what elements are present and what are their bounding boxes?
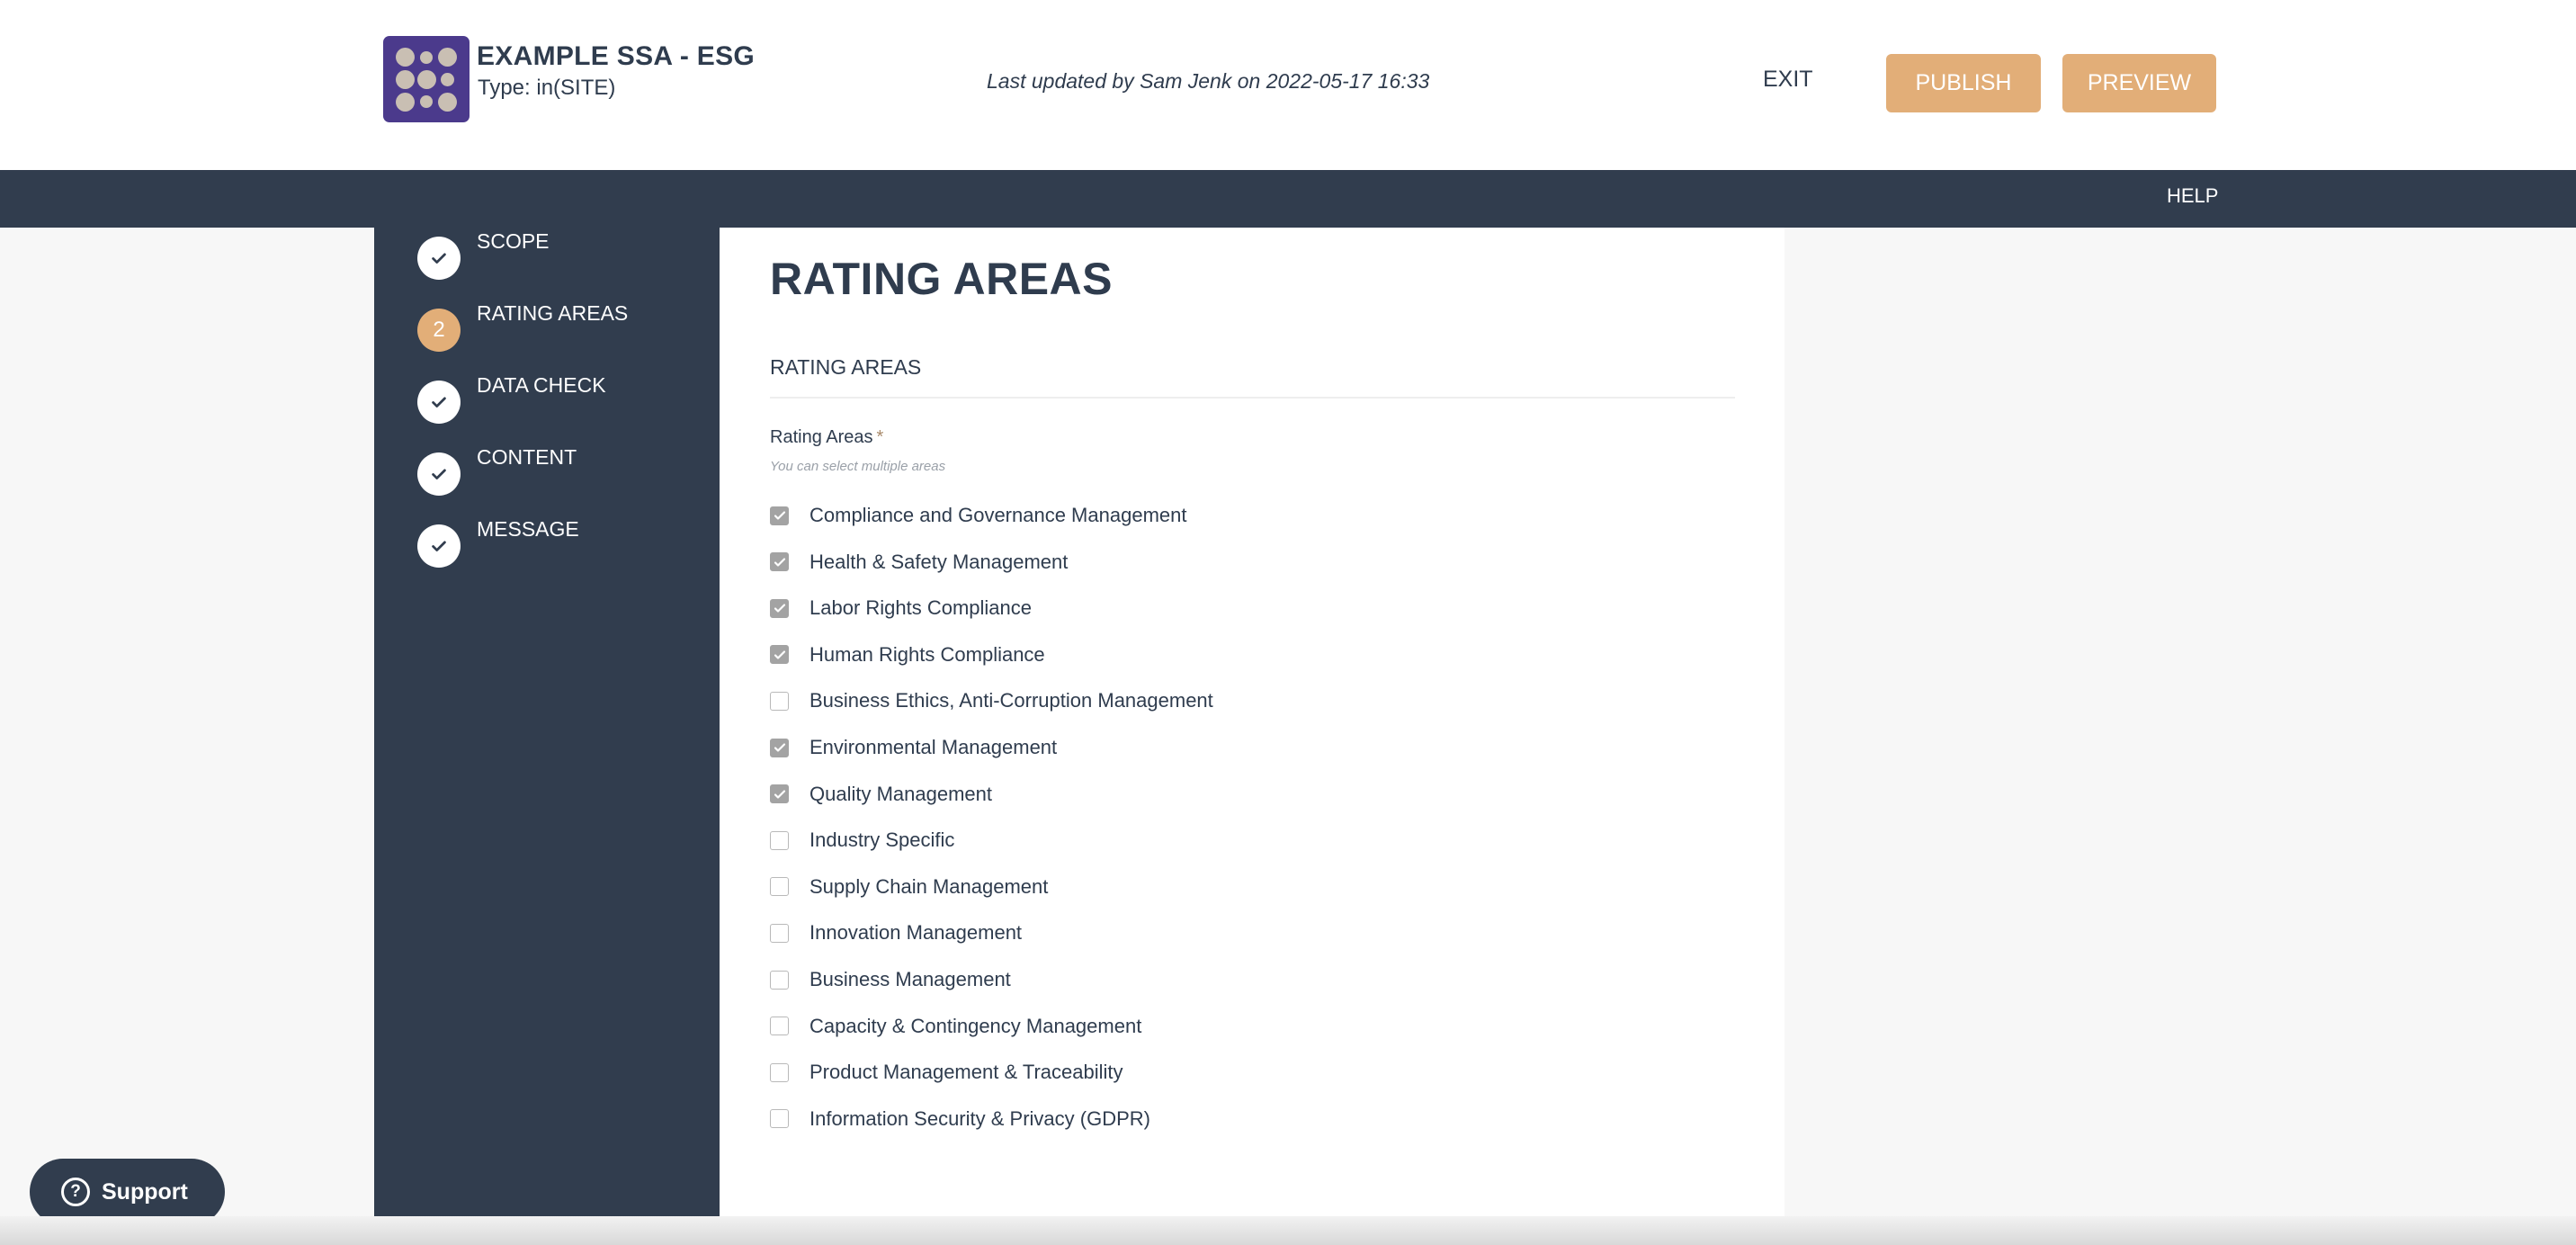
checkbox-checked[interactable] — [770, 645, 789, 665]
app-title: EXAMPLE SSA - ESG — [477, 41, 756, 71]
checkbox-checked[interactable] — [770, 506, 789, 525]
step-number-badge: 2 — [417, 309, 461, 352]
support-label: Support — [102, 1178, 188, 1205]
option-label: Industry Specific — [809, 829, 955, 852]
app-type: Type: in(SITE) — [478, 76, 616, 100]
question-circle-icon: ? — [61, 1178, 90, 1206]
check-icon — [417, 524, 461, 568]
step-label: CONTENT — [477, 445, 577, 469]
section-title: RATING AREAS — [770, 355, 922, 379]
checkbox-unchecked[interactable] — [770, 877, 789, 897]
step-content[interactable]: CONTENT — [417, 443, 577, 496]
rating-area-option[interactable]: Human Rights Compliance — [770, 637, 1045, 673]
option-label: Innovation Management — [809, 921, 1023, 945]
option-label: Business Management — [809, 968, 1011, 990]
option-label: Health & Safety Management — [809, 550, 1069, 573]
checkbox-checked[interactable] — [770, 738, 789, 757]
publish-button[interactable]: PUBLISH — [1886, 54, 2041, 112]
checkbox-unchecked[interactable] — [770, 1109, 789, 1129]
checkbox-checked[interactable] — [770, 552, 789, 572]
step-label: MESSAGE — [477, 517, 579, 541]
content-card: RATING AREAS RATING AREAS Rating Areas * … — [720, 228, 1784, 1216]
option-label: Information Security & Privacy (GDPR) — [809, 1106, 1150, 1130]
required-marker: * — [876, 427, 884, 447]
checkbox-unchecked[interactable] — [770, 1062, 789, 1082]
rating-area-option[interactable]: Environmental Management — [770, 730, 1057, 766]
step-label: SCOPE — [477, 229, 550, 253]
step-label: DATA CHECK — [477, 373, 606, 397]
step-label: RATING AREAS — [477, 301, 629, 325]
field-label: Rating Areas * — [770, 427, 883, 448]
option-label: Business Ethics, Anti-Corruption Managem… — [809, 689, 1213, 712]
rating-area-option[interactable]: Labor Rights Compliance — [770, 590, 1032, 626]
preview-button[interactable]: PREVIEW — [2062, 54, 2216, 112]
exit-button[interactable]: EXIT — [1763, 67, 1813, 93]
divider — [770, 397, 1735, 399]
option-label: Product Management & Traceability — [809, 1061, 1123, 1084]
rating-area-option[interactable]: Supply Chain Management — [770, 869, 1048, 905]
step-data-check[interactable]: DATA CHECK — [417, 372, 606, 424]
option-label: Human Rights Compliance — [809, 642, 1045, 666]
help-link[interactable]: HELP — [2167, 184, 2218, 208]
step-sidebar: SCOPE 2 RATING AREAS DATA CHECK CONTENT … — [374, 228, 720, 1216]
last-updated-text: Last updated by Sam Jenk on 2022-05-17 1… — [987, 69, 1430, 93]
top-header: EXAMPLE SSA - ESG Type: in(SITE) Last up… — [0, 0, 2576, 170]
checkbox-checked[interactable] — [770, 784, 789, 804]
page-title: RATING AREAS — [770, 254, 1113, 304]
checkbox-unchecked[interactable] — [770, 923, 789, 943]
option-label: Capacity & Contingency Management — [809, 1014, 1142, 1037]
check-icon — [417, 237, 461, 280]
step-message[interactable]: MESSAGE — [417, 515, 579, 568]
check-icon — [417, 452, 461, 496]
checkbox-unchecked[interactable] — [770, 970, 789, 990]
rating-area-option[interactable]: Capacity & Contingency Management — [770, 1008, 1141, 1044]
rating-area-option[interactable]: Health & Safety Management — [770, 544, 1068, 580]
checkbox-unchecked[interactable] — [770, 830, 789, 850]
rating-area-option[interactable]: Compliance and Governance Management — [770, 497, 1186, 533]
step-scope[interactable]: SCOPE — [417, 228, 550, 280]
checkbox-unchecked[interactable] — [770, 691, 789, 711]
option-label: Supply Chain Management — [809, 874, 1049, 898]
rating-area-option[interactable]: Business Management — [770, 962, 1011, 998]
window-bottom-edge — [0, 1216, 2576, 1245]
rating-area-option[interactable]: Industry Specific — [770, 822, 954, 858]
rating-area-option[interactable]: Information Security & Privacy (GDPR) — [770, 1101, 1150, 1137]
rating-area-option[interactable]: Quality Management — [770, 776, 992, 812]
nav-bar: HELP — [0, 170, 2576, 228]
option-label: Compliance and Governance Management — [809, 504, 1187, 526]
check-icon — [417, 381, 461, 424]
checkbox-checked[interactable] — [770, 598, 789, 618]
field-label-text: Rating Areas — [770, 427, 873, 447]
option-label: Environmental Management — [809, 736, 1058, 758]
rating-area-option[interactable]: Business Ethics, Anti-Corruption Managem… — [770, 683, 1213, 719]
dot-grid-logo-icon — [383, 36, 470, 122]
option-label: Quality Management — [809, 782, 992, 805]
field-hint: You can select multiple areas — [770, 459, 946, 474]
option-label: Labor Rights Compliance — [809, 596, 1033, 620]
rating-area-option[interactable]: Innovation Management — [770, 915, 1022, 951]
step-rating-areas[interactable]: 2 RATING AREAS — [417, 300, 629, 352]
rating-area-option[interactable]: Product Management & Traceability — [770, 1054, 1123, 1090]
support-button[interactable]: ? Support — [30, 1159, 225, 1225]
checkbox-unchecked[interactable] — [770, 1017, 789, 1036]
